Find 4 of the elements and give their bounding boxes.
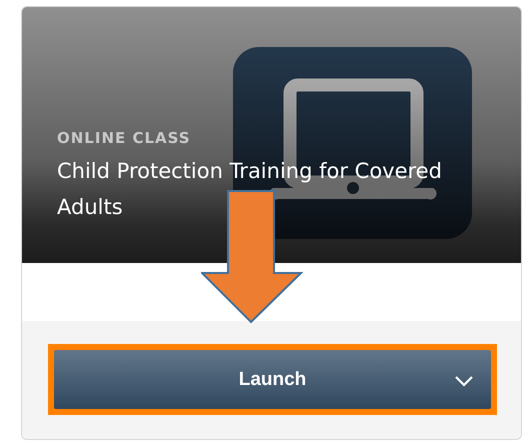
course-category: ONLINE CLASS	[57, 129, 192, 147]
course-title: Child Protection Training for Covered Adults	[57, 158, 443, 221]
chevron-down-icon	[454, 375, 474, 387]
launch-button[interactable]: Launch	[54, 350, 491, 409]
